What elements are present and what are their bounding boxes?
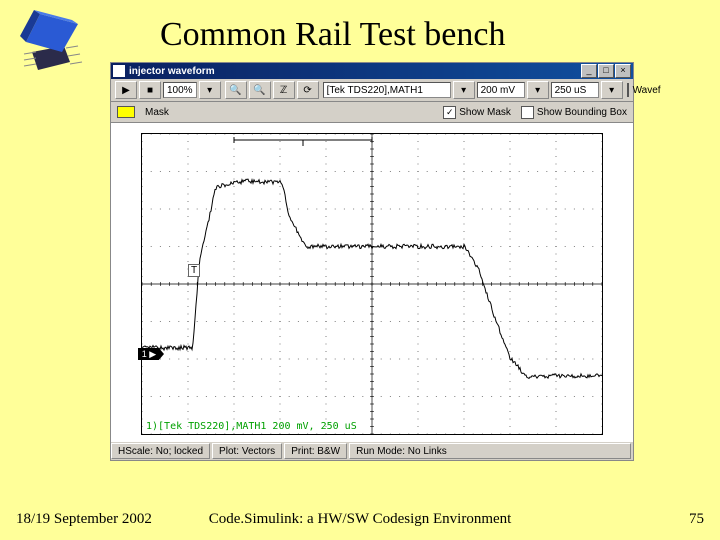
device-field[interactable]: [Tek TDS220],MATH1 — [323, 82, 451, 98]
status-bar: HScale: No; locked Plot: Vectors Print: … — [111, 441, 633, 460]
scope-grid — [142, 134, 602, 434]
close-button[interactable]: × — [615, 64, 631, 78]
toolbar: ▶ ■ 100% ▾ 🔍 🔍 ℤ ⟳ [Tek TDS220],MATH1 ▾ … — [111, 79, 633, 102]
scope-readout: 1)[Tek TDS220],MATH1 200 mV, 250 uS — [146, 421, 357, 432]
refresh-button[interactable]: ⟳ — [297, 81, 319, 99]
show-mask-checkbox[interactable]: ✓ Show Mask — [443, 106, 511, 119]
play-button[interactable]: ▶ — [115, 81, 137, 99]
zoom-in-button[interactable]: 🔍 — [225, 81, 247, 99]
zoom-dropdown[interactable]: ▾ — [199, 81, 221, 99]
stop-button[interactable]: ■ — [139, 81, 161, 99]
mask-color-swatch[interactable] — [117, 106, 135, 118]
ch1-marker: 1 ▶ — [138, 348, 164, 360]
app-icon — [113, 65, 125, 77]
tdiv-field[interactable]: 250 uS — [551, 82, 599, 98]
options-bar: Mask ✓ Show Mask Show Bounding Box — [111, 102, 633, 123]
wavef-label: Wavef — [633, 85, 661, 96]
titlebar: injector waveform _ □ × — [111, 63, 633, 79]
status-plot: Plot: Vectors — [212, 443, 282, 459]
checkbox-icon: ✓ — [443, 106, 456, 119]
oscilloscope-plot: T 1 ▶ 1)[Tek TDS220],MATH1 200 mV, 250 u… — [141, 133, 603, 435]
zoom-out-button[interactable]: 🔍 — [249, 81, 271, 99]
vdiv-dropdown[interactable]: ▾ — [527, 81, 549, 99]
show-bbox-checkbox[interactable]: Show Bounding Box — [521, 106, 627, 119]
minimize-button[interactable]: _ — [581, 64, 597, 78]
trigger-label: T — [188, 264, 200, 277]
mask-label: Mask — [145, 107, 169, 118]
footer-page-number: 75 — [689, 511, 704, 528]
device-dropdown[interactable]: ▾ — [453, 81, 475, 99]
checkbox-icon — [521, 106, 534, 119]
status-hscale: HScale: No; locked — [111, 443, 210, 459]
chip-logo-icon — [6, 6, 88, 78]
slide-title: Common Rail Test bench — [160, 16, 505, 54]
window-title: injector waveform — [129, 66, 581, 77]
maximize-button[interactable]: □ — [598, 64, 614, 78]
vdiv-field[interactable]: 200 mV — [477, 82, 525, 98]
measure-button[interactable]: ℤ — [273, 81, 295, 99]
oscilloscope-window: injector waveform _ □ × ▶ ■ 100% ▾ 🔍 🔍 ℤ… — [110, 62, 634, 461]
status-print: Print: B&W — [284, 443, 347, 459]
tdiv-dropdown[interactable]: ▾ — [601, 81, 623, 99]
footer-title: Code.Simulink: a HW/SW Codesign Environm… — [0, 511, 720, 528]
plot-area: T 1 ▶ 1)[Tek TDS220],MATH1 200 mV, 250 u… — [111, 123, 633, 441]
waveform-color-swatch[interactable] — [627, 83, 629, 97]
zoom-field[interactable]: 100% — [163, 82, 197, 98]
status-runmode: Run Mode: No Links — [349, 443, 631, 459]
